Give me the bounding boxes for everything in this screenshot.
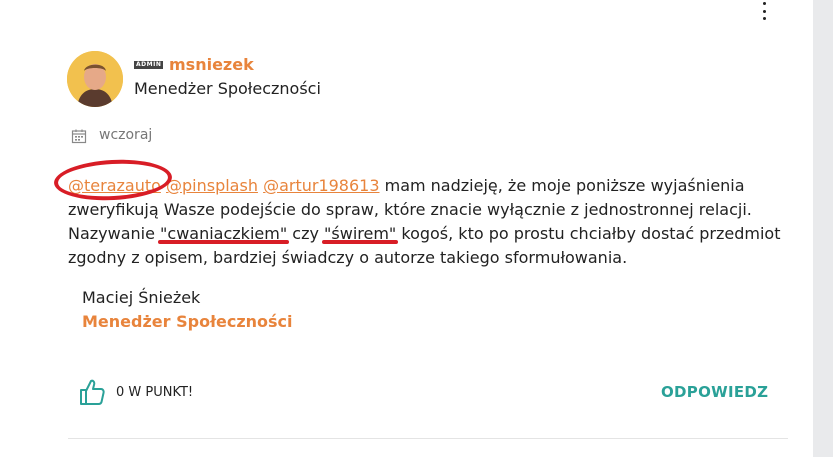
more-options-icon[interactable] <box>757 2 771 20</box>
admin-badge: ADMIN <box>134 61 164 69</box>
mention-link[interactable]: @artur198613 <box>263 176 379 195</box>
mention-link[interactable]: @terazauto <box>68 176 161 195</box>
avatar-image <box>67 51 123 107</box>
signature-role: Menedżer Społeczności <box>82 312 293 331</box>
avatar[interactable] <box>67 51 123 107</box>
highlighted-quote: "cwaniaczkiem" <box>160 224 288 243</box>
thumbs-up-icon <box>80 379 105 405</box>
post-date: wczoraj <box>99 127 153 143</box>
calendar-icon <box>71 129 87 144</box>
like-count: 0 W PUNKT! <box>116 384 194 400</box>
reply-button[interactable]: ODPOWIEDZ <box>661 383 768 401</box>
signature-name: Maciej Śnieżek <box>82 288 201 307</box>
author-role: Menedżer Społeczności <box>134 79 321 98</box>
highlighted-quote: "świrem" <box>324 224 397 243</box>
mention-link[interactable]: @pinsplash <box>166 176 258 195</box>
like-button[interactable]: 0 W PUNKT! <box>79 378 193 406</box>
author-username[interactable]: msniezek <box>169 55 254 74</box>
body-text: czy <box>287 224 325 243</box>
post-body: @terazauto @pinsplash @artur198613 mam n… <box>68 174 803 270</box>
divider <box>68 438 788 439</box>
scrollbar[interactable] <box>813 0 833 457</box>
